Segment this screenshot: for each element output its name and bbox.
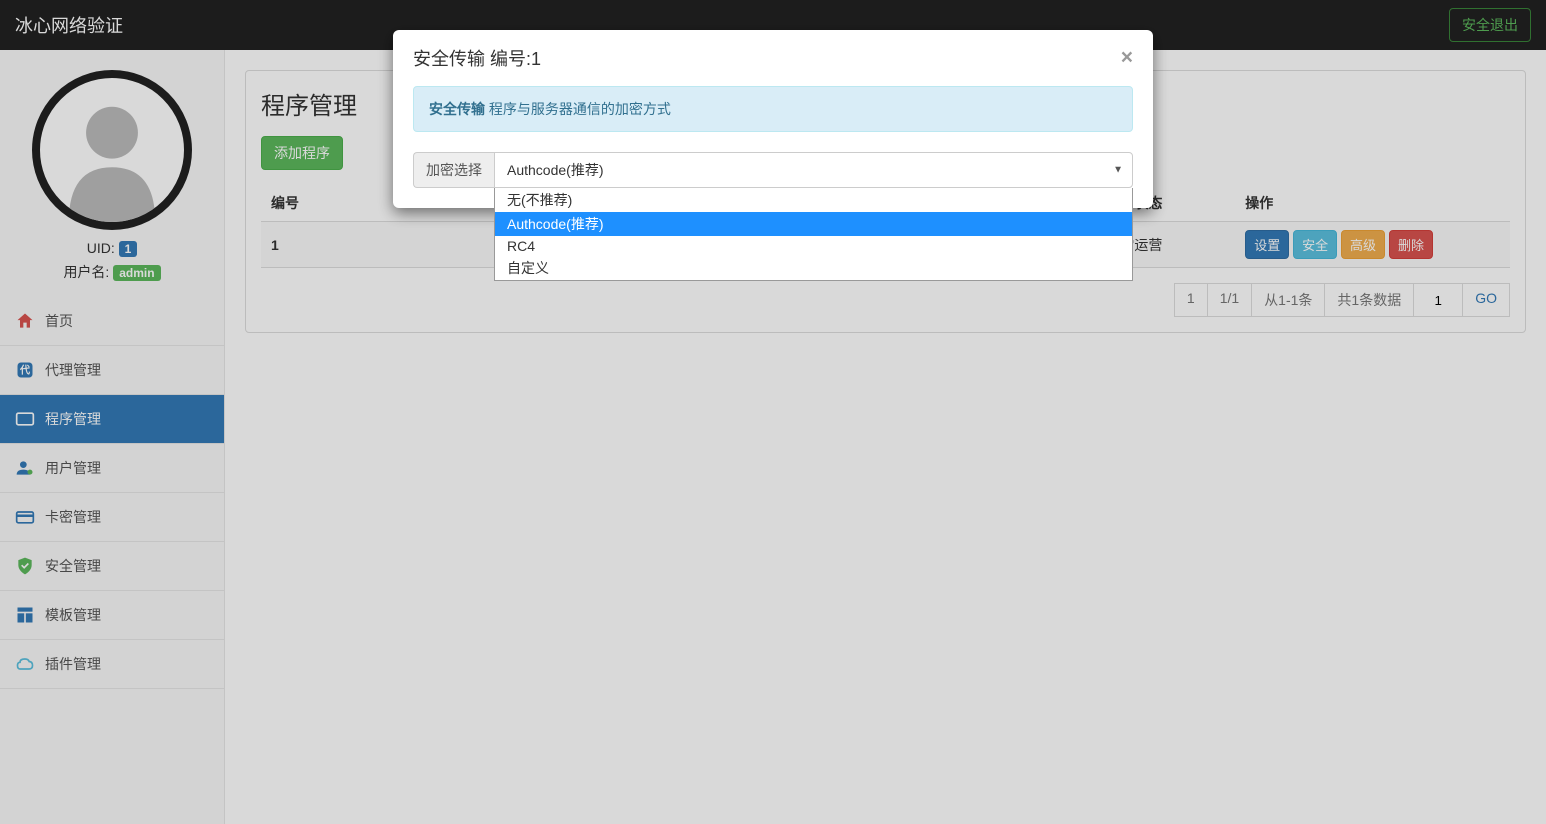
option-none[interactable]: 无(不推荐) (495, 188, 1132, 212)
modal-header: 安全传输 编号:1 × (393, 30, 1153, 86)
option-authcode[interactable]: Authcode(推荐) (495, 212, 1132, 236)
encrypt-select[interactable]: Authcode(推荐) (494, 152, 1133, 188)
alert-text: 程序与服务器通信的加密方式 (485, 101, 671, 117)
modal-title: 安全传输 编号:1 (413, 45, 541, 71)
modal-body: 安全传输 程序与服务器通信的加密方式 加密选择 Authcode(推荐) ▼ 无… (393, 86, 1153, 208)
alert-strong: 安全传输 (429, 101, 485, 117)
info-alert: 安全传输 程序与服务器通信的加密方式 (413, 86, 1133, 132)
option-rc4[interactable]: RC4 (495, 236, 1132, 256)
option-custom[interactable]: 自定义 (495, 256, 1132, 280)
close-icon[interactable]: × (1121, 46, 1133, 70)
encrypt-select-group: 加密选择 Authcode(推荐) ▼ 无(不推荐) Authcode(推荐) … (413, 152, 1133, 188)
encrypt-label: 加密选择 (413, 152, 494, 188)
encrypt-dropdown: 无(不推荐) Authcode(推荐) RC4 自定义 (494, 188, 1133, 281)
security-modal: 安全传输 编号:1 × 安全传输 程序与服务器通信的加密方式 加密选择 Auth… (393, 30, 1153, 208)
